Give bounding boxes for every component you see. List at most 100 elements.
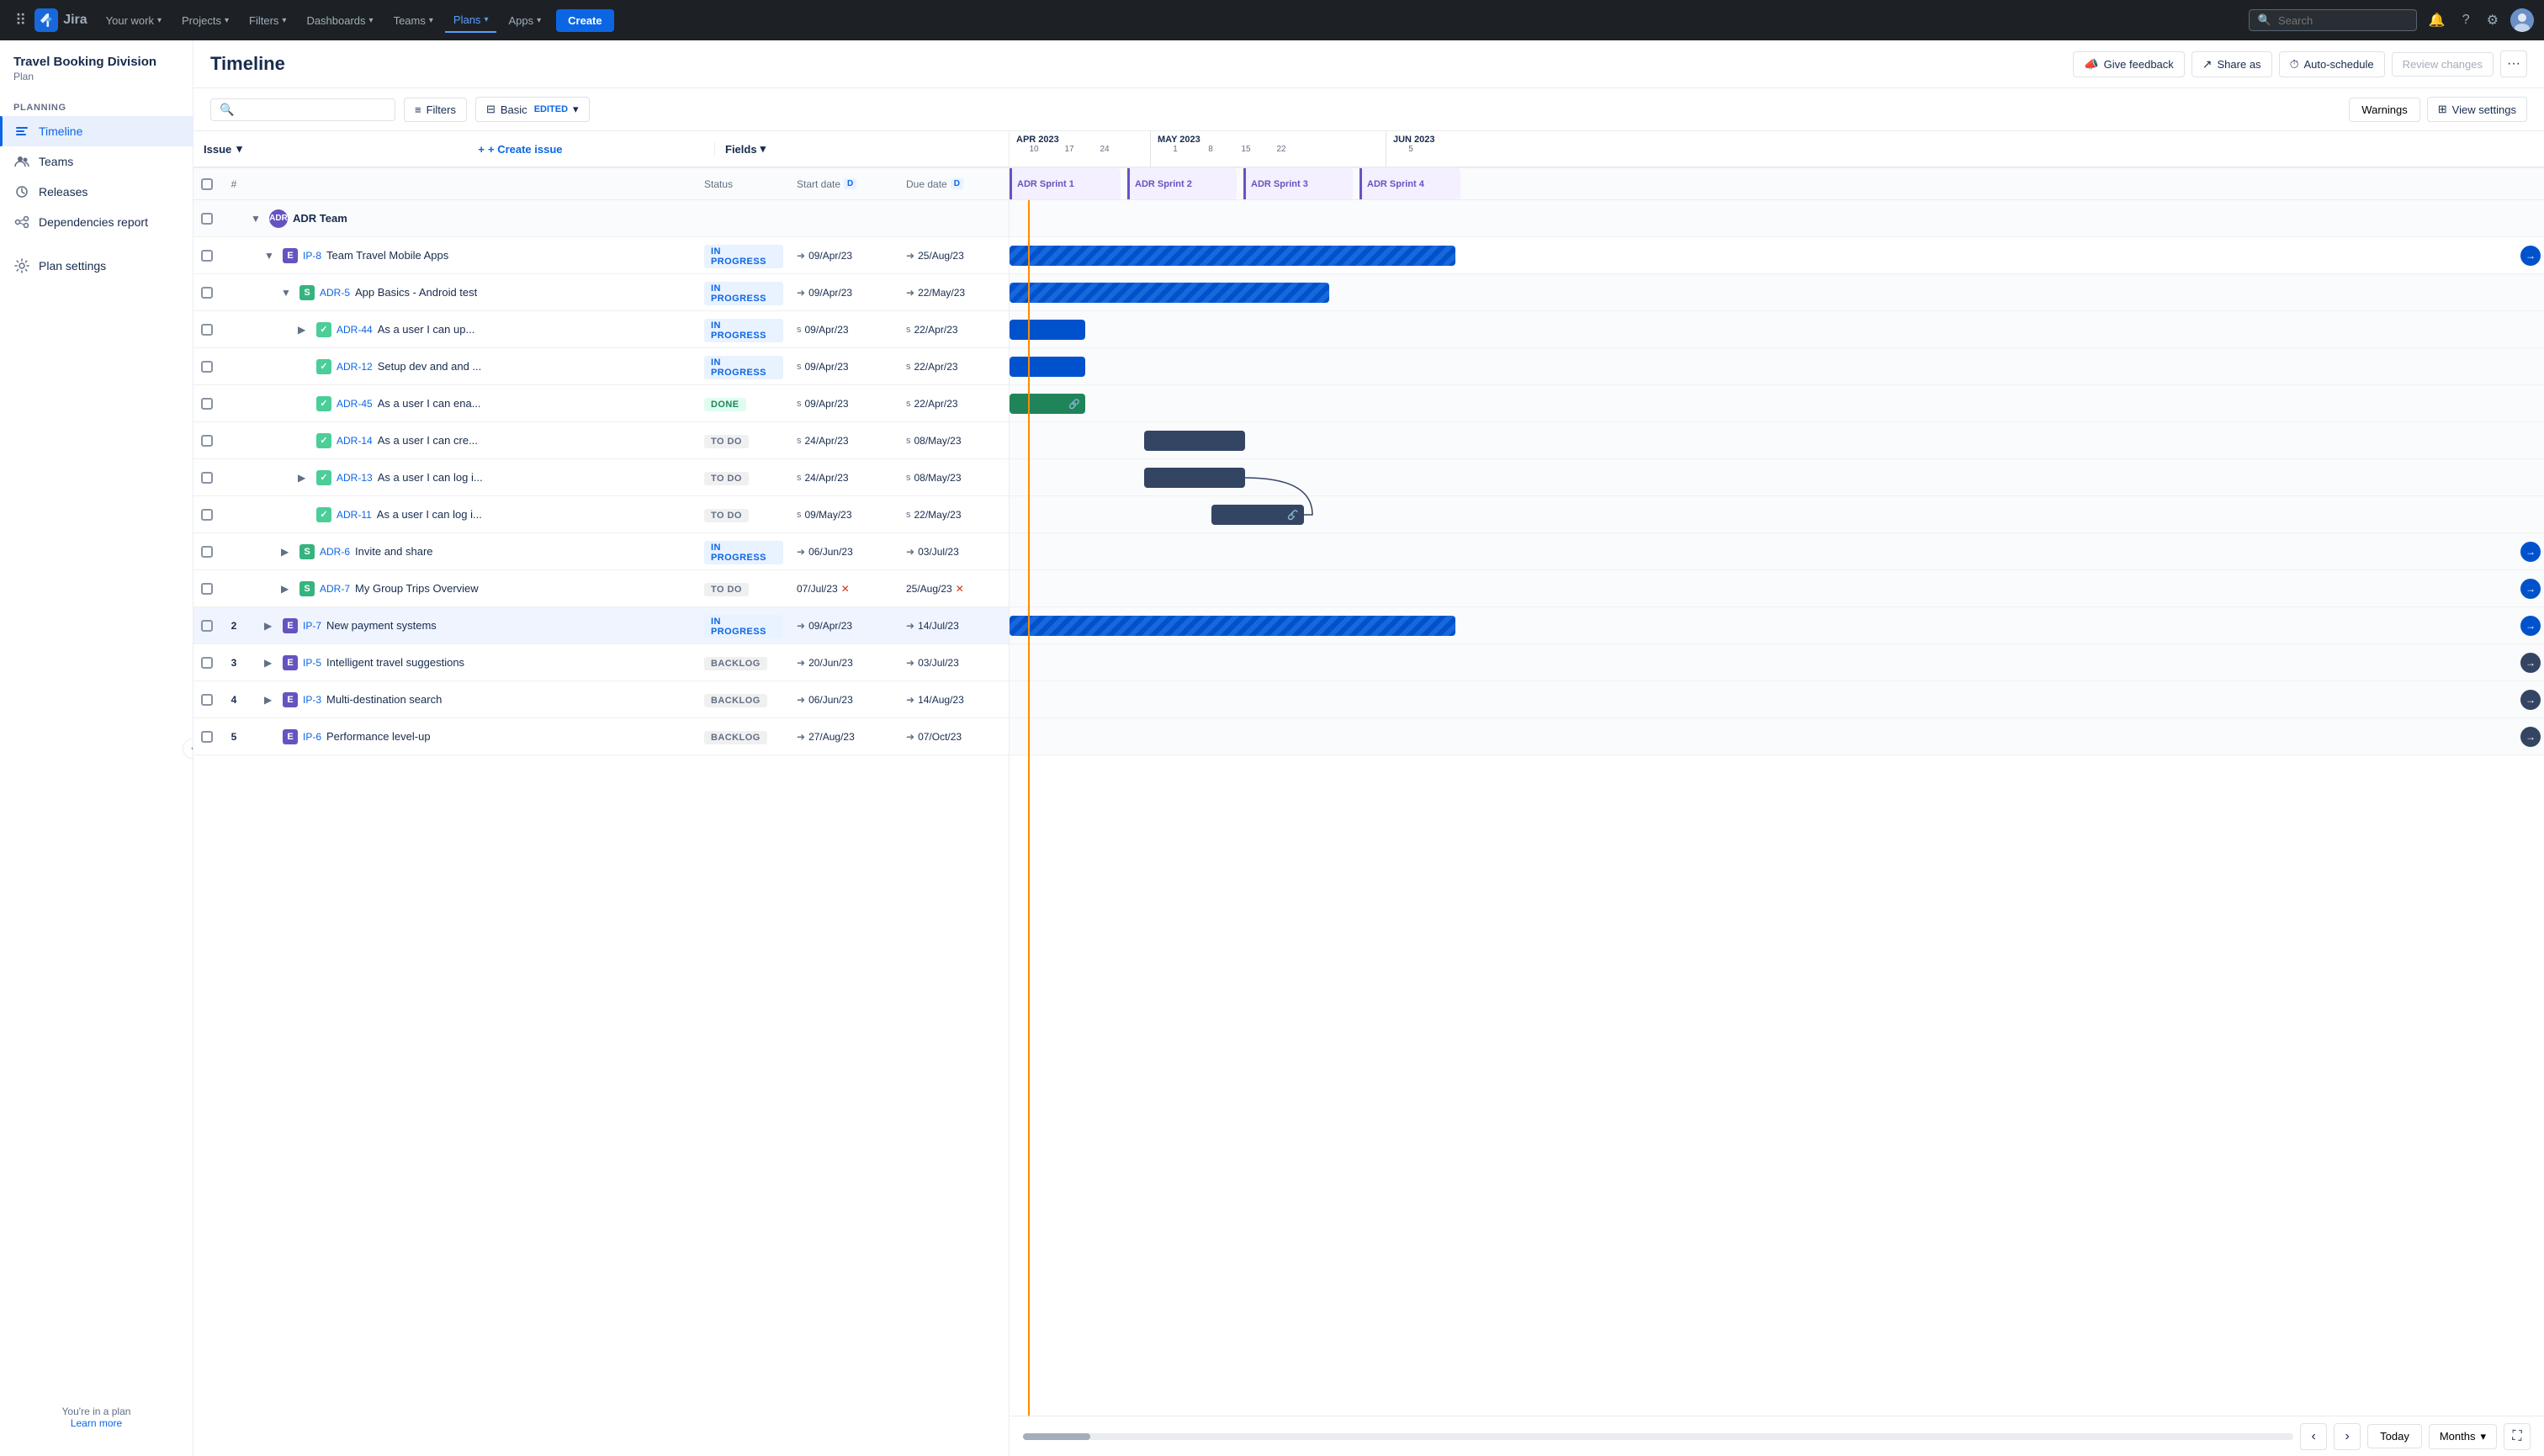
view-settings-button[interactable]: ⊞ View settings (2427, 97, 2527, 122)
review-changes-button[interactable]: Review changes (2392, 52, 2494, 77)
settings-icon[interactable]: ⚙ (2482, 7, 2504, 34)
sidebar-item-timeline[interactable]: Timeline (0, 116, 193, 146)
expand-icon[interactable]: ▶ (298, 324, 311, 336)
issue-key[interactable]: ADR-11 (337, 509, 372, 521)
issue-key[interactable]: IP-6 (303, 731, 321, 743)
row-checkbox[interactable] (201, 287, 213, 299)
row-checkbox[interactable] (201, 324, 213, 336)
issue-key[interactable]: ADR-13 (337, 472, 373, 484)
fields-column-header[interactable]: Fields ▾ (715, 142, 1010, 156)
warnings-button[interactable]: Warnings (2349, 98, 2419, 122)
row-checkbox[interactable] (201, 583, 213, 595)
share-as-button[interactable]: ↗ Share as (2192, 51, 2272, 77)
gantt-next-button[interactable]: › (2334, 1423, 2361, 1450)
issue-key[interactable]: IP-8 (303, 250, 321, 262)
sidebar-item-plan-settings[interactable]: Plan settings (0, 251, 193, 281)
gantt-today-button[interactable]: Today (2367, 1424, 2422, 1448)
teams-nav[interactable]: Teams ▾ (385, 9, 442, 32)
issue-summary[interactable]: My Group Trips Overview (355, 582, 479, 595)
plans-nav[interactable]: Plans ▾ (445, 8, 497, 33)
row-checkbox[interactable] (201, 435, 213, 447)
issue-summary[interactable]: As a user I can cre... (378, 434, 478, 447)
issue-summary[interactable]: As a user I can log i... (378, 471, 483, 484)
notifications-icon[interactable]: 🔔 (2424, 7, 2451, 34)
avatar[interactable] (2510, 8, 2534, 32)
issue-column-header[interactable]: Issue ▾ + + Create issue (193, 142, 715, 156)
row-checkbox[interactable] (201, 620, 213, 632)
filters-button[interactable]: ≡ Filters (404, 98, 467, 122)
gantt-fullscreen-button[interactable]: ⛶ (2504, 1423, 2531, 1450)
scroll-right-arrow[interactable]: → (2520, 579, 2541, 599)
issue-key[interactable]: ADR-14 (337, 435, 373, 447)
issue-key[interactable]: IP-7 (303, 620, 321, 632)
row-checkbox[interactable] (201, 398, 213, 410)
issue-summary[interactable]: Performance level-up (326, 730, 431, 743)
sidebar-item-teams[interactable]: Teams (0, 146, 193, 177)
issue-summary[interactable]: Invite and share (355, 545, 433, 558)
issue-key[interactable]: IP-3 (303, 694, 321, 706)
sidebar-collapse-button[interactable]: ‹ (183, 739, 193, 759)
create-button[interactable]: Create (556, 9, 613, 32)
issue-key[interactable]: IP-5 (303, 657, 321, 669)
row-checkbox[interactable] (201, 657, 213, 669)
issue-summary[interactable]: Team Travel Mobile Apps (326, 249, 448, 262)
gantt-prev-button[interactable]: ‹ (2300, 1423, 2327, 1450)
give-feedback-button[interactable]: 📣 Give feedback (2073, 51, 2185, 77)
issue-summary[interactable]: As a user I can ena... (378, 397, 481, 410)
your-work-nav[interactable]: Your work ▾ (98, 9, 170, 32)
filter-search-input[interactable] (239, 103, 374, 116)
row-checkbox[interactable] (201, 509, 213, 521)
issue-summary[interactable]: As a user I can log i... (377, 508, 482, 521)
issue-key[interactable]: ADR-7 (320, 583, 350, 595)
sidebar-item-releases[interactable]: Releases (0, 177, 193, 207)
issue-summary[interactable]: Multi-destination search (326, 693, 442, 706)
due-col-header[interactable]: Due date D (899, 178, 1009, 190)
issue-summary[interactable]: As a user I can up... (378, 323, 475, 336)
scroll-right-arrow[interactable]: → (2520, 542, 2541, 562)
issue-key[interactable]: ADR-45 (337, 398, 373, 410)
more-actions-button[interactable]: ··· (2500, 50, 2527, 77)
gantt-scrollbar[interactable] (1023, 1433, 2293, 1440)
issue-summary[interactable]: Intelligent travel suggestions (326, 656, 464, 669)
scroll-right-arrow[interactable]: → (2520, 616, 2541, 636)
scroll-right-arrow[interactable]: → (2520, 690, 2541, 710)
scroll-right-arrow[interactable]: → (2520, 727, 2541, 747)
search-input[interactable] (2278, 14, 2396, 27)
filter-search-box[interactable]: 🔍 (210, 98, 395, 121)
issue-key[interactable]: ADR-6 (320, 546, 350, 558)
expand-icon[interactable]: ▶ (264, 694, 278, 706)
basic-filter-button[interactable]: ⊟ Basic EDITED ▾ (475, 97, 590, 122)
row-checkbox[interactable] (201, 472, 213, 484)
expand-icon[interactable]: ▶ (281, 546, 294, 558)
issue-key[interactable]: ADR-12 (337, 361, 373, 373)
create-issue-button[interactable]: + + Create issue (468, 143, 704, 156)
issue-summary[interactable]: App Basics - Android test (355, 286, 477, 299)
expand-icon[interactable]: ▼ (251, 213, 264, 225)
learn-more-link[interactable]: Learn more (71, 1417, 122, 1429)
row-checkbox[interactable] (201, 694, 213, 706)
filters-nav[interactable]: Filters ▾ (241, 9, 294, 32)
select-all-checkbox[interactable] (201, 178, 213, 190)
row-checkbox[interactable] (201, 213, 213, 225)
issue-summary[interactable]: New payment systems (326, 619, 437, 632)
grid-icon[interactable]: ⠿ (10, 7, 31, 34)
row-checkbox[interactable] (201, 250, 213, 262)
expand-icon[interactable]: ▼ (281, 287, 294, 299)
expand-icon[interactable]: ▼ (264, 250, 278, 262)
scroll-right-arrow[interactable]: → (2520, 653, 2541, 673)
apps-nav[interactable]: Apps ▾ (500, 9, 549, 32)
issue-key[interactable]: ADR-5 (320, 287, 350, 299)
dashboards-nav[interactable]: Dashboards ▾ (298, 9, 381, 32)
date-x-icon[interactable]: ✕ (841, 583, 850, 595)
gantt-months-button[interactable]: Months ▾ (2429, 1424, 2497, 1449)
help-icon[interactable]: ? (2457, 8, 2475, 33)
sidebar-item-dependencies[interactable]: Dependencies report (0, 207, 193, 237)
row-checkbox[interactable] (201, 731, 213, 743)
expand-icon[interactable]: ▶ (298, 472, 311, 484)
scroll-right-arrow[interactable]: → (2520, 246, 2541, 266)
start-col-header[interactable]: Start date D (790, 178, 899, 190)
gantt-scrollbar-thumb[interactable] (1023, 1433, 1090, 1440)
expand-icon[interactable]: ▶ (264, 657, 278, 669)
date-x-icon[interactable]: ✕ (956, 583, 964, 595)
logo[interactable]: Jira (34, 8, 87, 32)
